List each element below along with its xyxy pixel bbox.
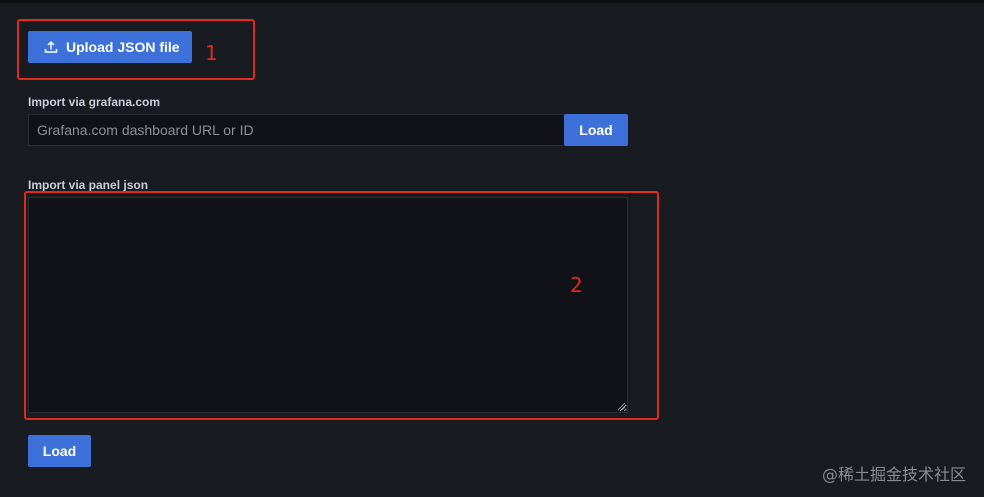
grafana-url-input[interactable] (28, 114, 564, 146)
watermark-text: @稀土掘金技术社区 (821, 465, 966, 484)
panel-json-textarea[interactable] (28, 197, 628, 413)
grafana-load-button[interactable]: Load (564, 114, 628, 146)
panel-json-label: Import via panel json (28, 178, 149, 192)
upload-json-label: Upload JSON file (66, 39, 180, 55)
upload-json-button[interactable]: Upload JSON file (28, 31, 192, 63)
upload-icon (44, 40, 58, 54)
annotation-number-2: 2 (570, 273, 583, 297)
grafana-import-label: Import via grafana.com (28, 95, 161, 109)
import-dashboard-panel: Upload JSON file 1 Import via grafana.co… (0, 0, 984, 497)
annotation-number-1: 1 (205, 41, 218, 65)
panel-json-load-button[interactable]: Load (28, 435, 91, 467)
